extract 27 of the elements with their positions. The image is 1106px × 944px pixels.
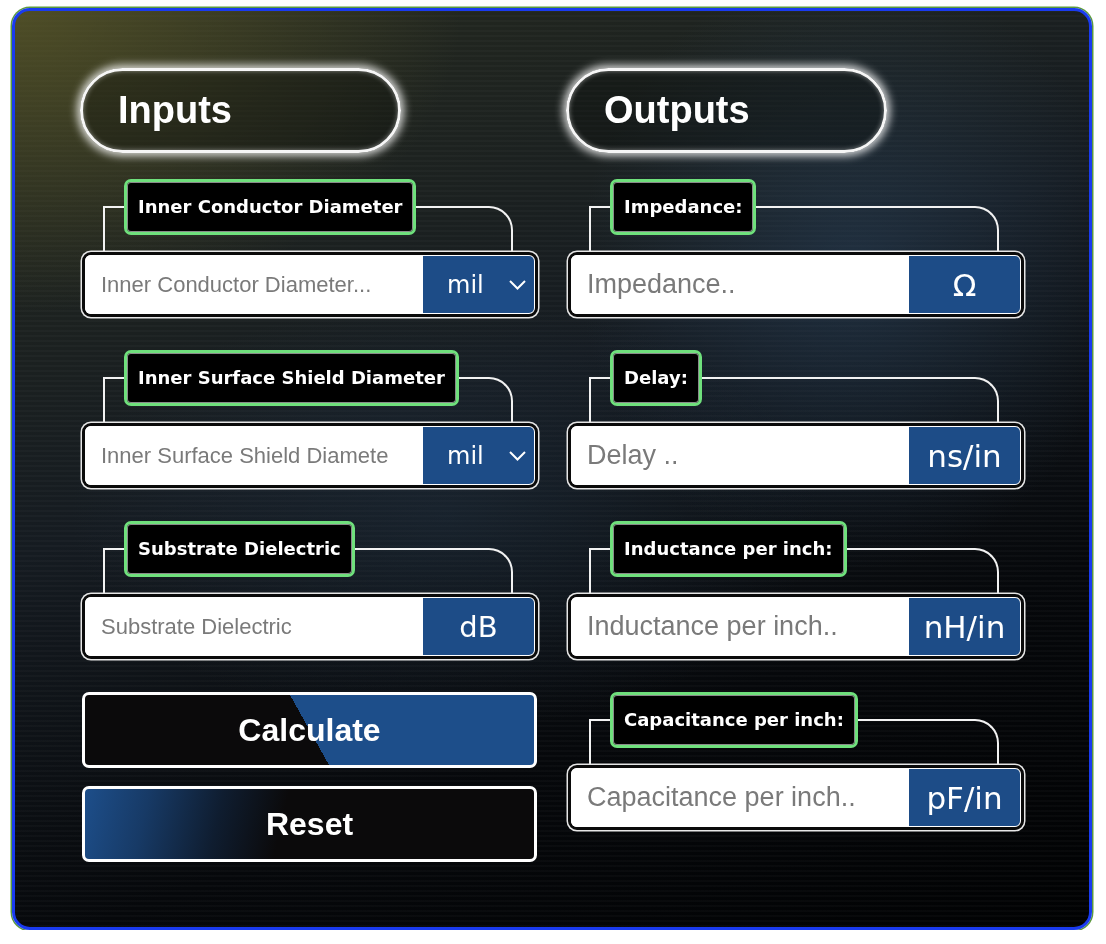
input-field[interactable]: Substrate Dielectric dB xyxy=(82,594,538,659)
field-label: Inductance per inch: xyxy=(610,521,847,577)
input-field[interactable]: Inner Surface Shield Diamete mil xyxy=(82,423,538,488)
unit-label: Ω xyxy=(909,256,1020,313)
section-heading: Inputs xyxy=(80,68,401,153)
field-label: Inner Surface Shield Diameter xyxy=(124,350,459,406)
input-field[interactable]: Delay .. ns/in xyxy=(568,423,1024,488)
unit-dropdown[interactable]: mil xyxy=(423,427,534,484)
input-field[interactable]: Impedance.. Ω xyxy=(568,252,1024,317)
chevron-down-icon xyxy=(509,450,526,461)
reset-button[interactable]: Reset xyxy=(82,786,537,862)
field-label: Inner Conductor Diameter xyxy=(124,179,417,235)
input-field[interactable]: Inner Conductor Diameter... mil xyxy=(82,252,538,317)
unit-dropdown[interactable]: mil xyxy=(423,256,534,313)
calculate-button[interactable]: Calculate xyxy=(82,692,537,768)
unit-label: pF/in xyxy=(909,769,1020,826)
field-label: Delay: xyxy=(610,350,702,406)
unit-label: dB xyxy=(423,598,534,655)
section-heading: Outputs xyxy=(566,68,887,153)
field-label: Impedance: xyxy=(610,179,757,235)
unit-label: nH/in xyxy=(909,598,1020,655)
unit-label: ns/in xyxy=(909,427,1020,484)
input-field[interactable]: Capacitance per inch.. pF/in xyxy=(568,765,1024,830)
field-label: Substrate Dielectric xyxy=(124,521,355,577)
chevron-down-icon xyxy=(509,279,526,290)
input-field[interactable]: Inductance per inch.. nH/in xyxy=(568,594,1024,659)
field-label: Capacitance per inch: xyxy=(610,692,858,748)
